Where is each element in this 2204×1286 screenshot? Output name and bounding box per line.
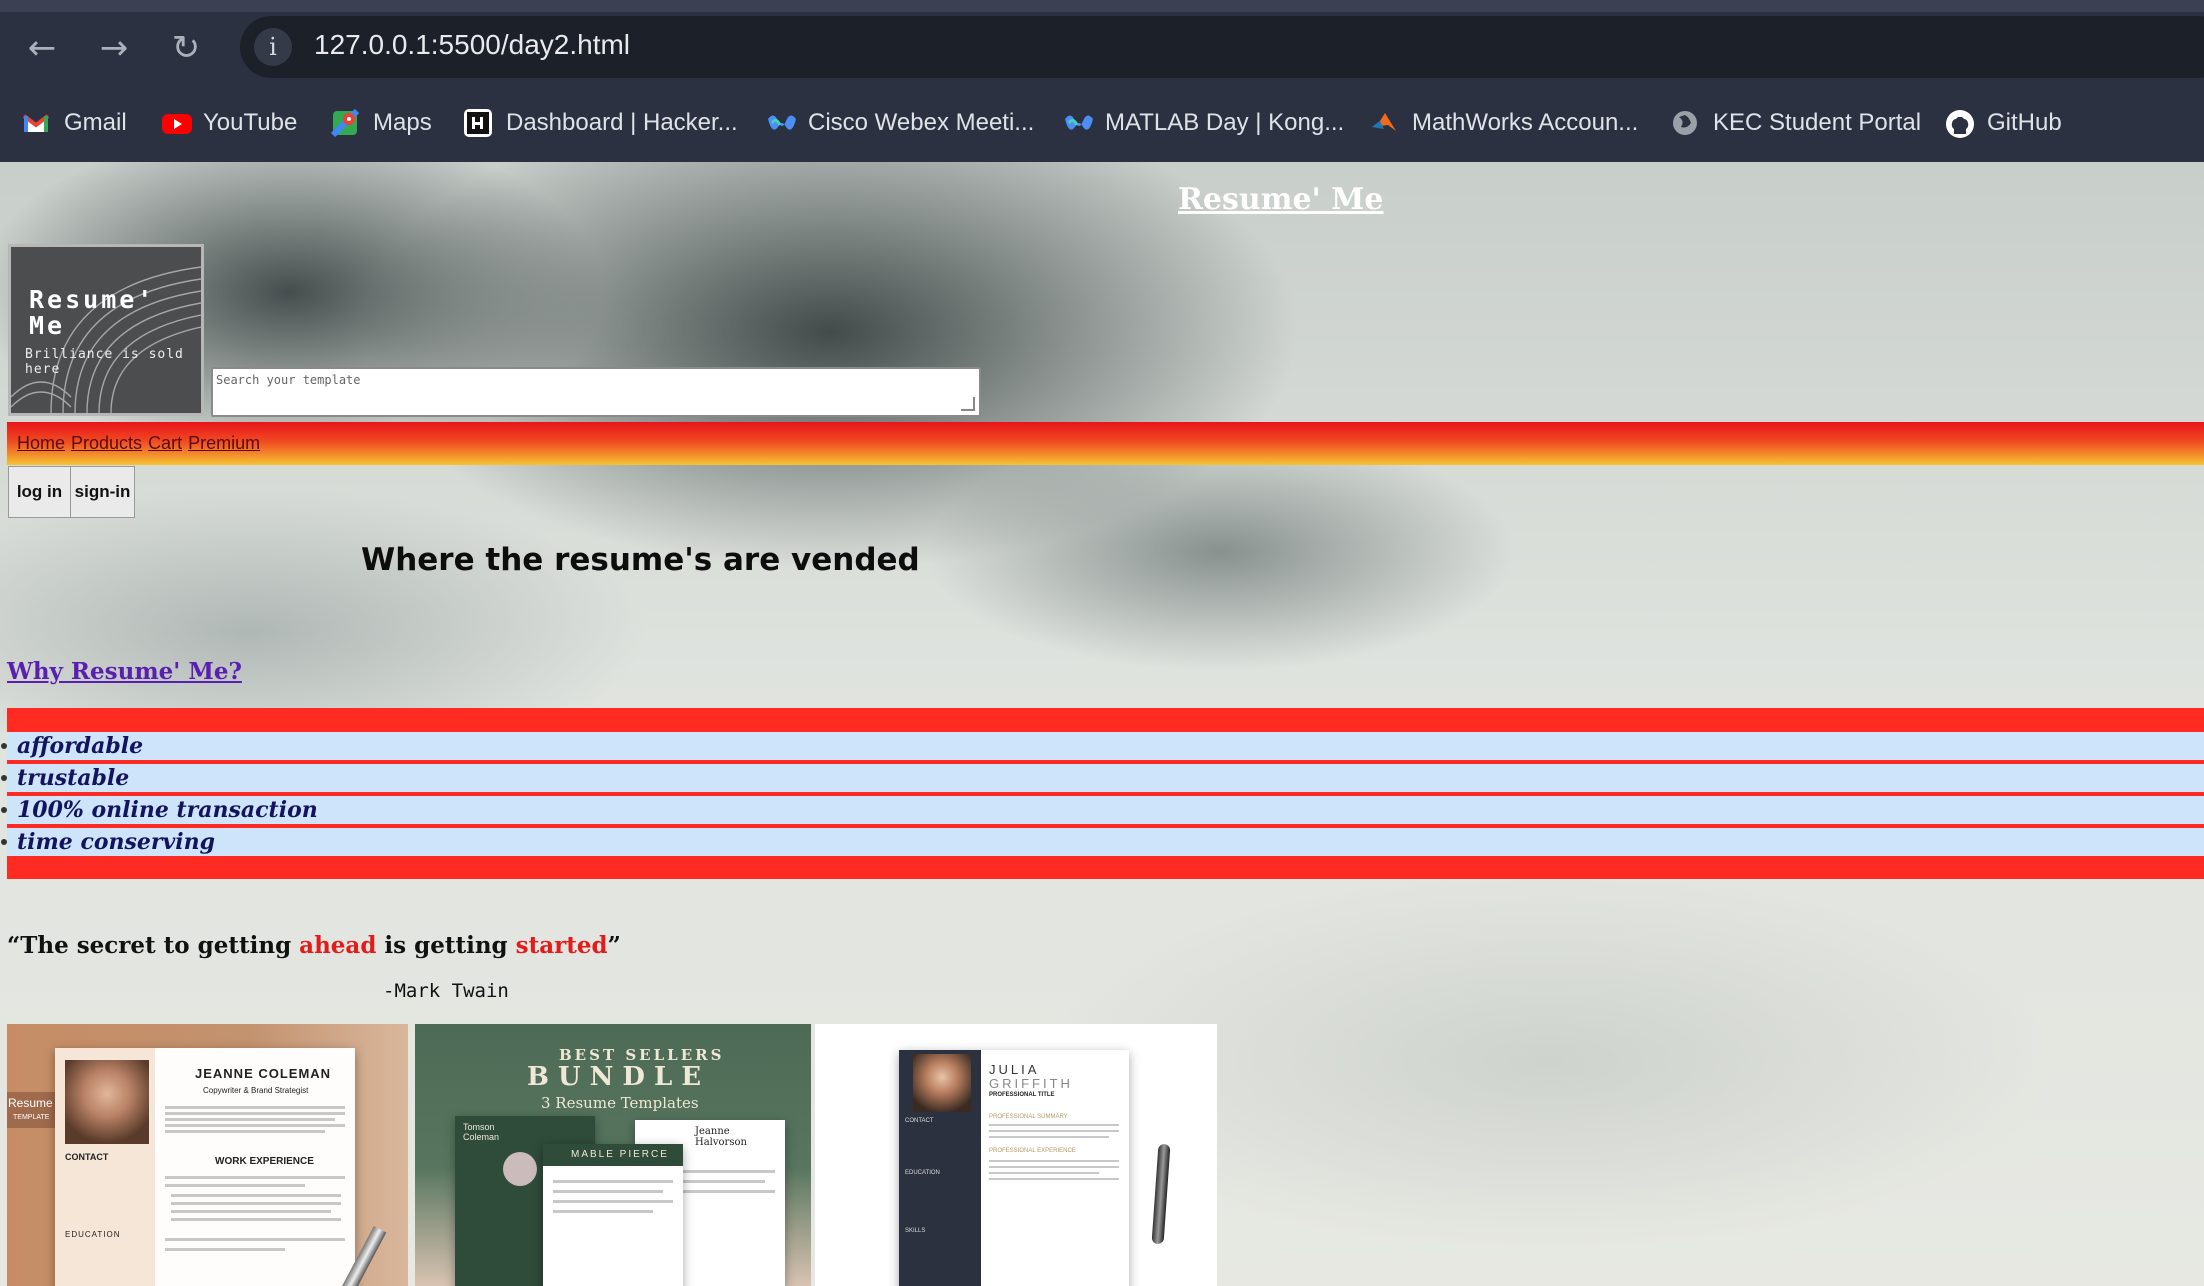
bookmark-gmail[interactable]: Gmail xyxy=(22,104,127,142)
webex-icon xyxy=(766,109,796,137)
browser-toolbar: ← → ↻ i 127.0.0.1:5500/day2.html xyxy=(0,0,2204,84)
logo-text: Resume' Me xyxy=(29,285,156,340)
list-item: 100% online transaction xyxy=(1,796,2204,824)
maps-icon xyxy=(330,108,360,138)
bookmark-kec-portal[interactable]: KEC Student Portal xyxy=(1671,104,1921,142)
signin-button[interactable]: sign-in xyxy=(70,466,135,518)
matlab-icon xyxy=(1370,109,1398,137)
youtube-icon xyxy=(161,109,192,137)
template-image-bundle[interactable]: BEST SELLERS BUNDLE 3 Resume Templates T… xyxy=(415,1024,811,1286)
bookmark-webex[interactable]: Cisco Webex Meeti... xyxy=(766,104,1034,142)
resume-paper: MABLE PIERCE xyxy=(543,1144,683,1286)
template-image-jeanne-coleman[interactable]: Resume TEMPLATE JEANNE COLEMAN Copywrite… xyxy=(7,1024,408,1286)
site-info-icon[interactable]: i xyxy=(254,28,292,66)
quote-text: “The secret to getting ahead is getting … xyxy=(7,932,621,959)
url-text[interactable]: 127.0.0.1:5500/day2.html xyxy=(314,29,630,61)
logo-slogan: Brilliance is sold here xyxy=(25,347,184,377)
site-logo: Resume' Me Brilliance is sold here xyxy=(8,244,204,416)
quote-author: -Mark Twain xyxy=(383,980,509,1002)
globe-icon xyxy=(1671,109,1699,137)
why-link[interactable]: Why Resume' Me? xyxy=(7,658,242,685)
nav-products-link[interactable]: Products xyxy=(71,433,142,453)
nav-home-link[interactable]: Home xyxy=(17,433,65,453)
forward-arrow-icon[interactable]: → xyxy=(92,26,136,70)
hackerrank-icon xyxy=(464,109,492,137)
resume-paper: JULIA GRIFFITH PROFESSIONAL TITLE CONTAC… xyxy=(899,1050,1129,1286)
profile-photo xyxy=(913,1054,971,1112)
tab-strip xyxy=(0,0,2204,12)
address-bar[interactable]: i 127.0.0.1:5500/day2.html xyxy=(240,16,2204,78)
webex-icon xyxy=(1063,109,1093,137)
reload-icon[interactable]: ↻ xyxy=(164,26,208,70)
list-item: time conserving xyxy=(1,828,2204,856)
login-button[interactable]: log in xyxy=(8,466,71,518)
bookmark-github[interactable]: GitHub xyxy=(1945,104,2062,142)
back-arrow-icon[interactable]: ← xyxy=(20,26,64,70)
list-item: affordable xyxy=(1,732,2204,760)
bookmark-hackerrank[interactable]: Dashboard | Hacker... xyxy=(464,104,738,142)
search-placeholder: Search your template xyxy=(216,373,361,387)
nav-premium-link[interactable]: Premium xyxy=(188,433,260,453)
tagline-heading: Where the resume's are vended xyxy=(361,542,920,578)
resize-handle-icon[interactable] xyxy=(961,397,975,411)
template-image-julia-griffith[interactable]: JULIA GRIFFITH PROFESSIONAL TITLE CONTAC… xyxy=(815,1024,1217,1286)
bookmark-maps[interactable]: Maps xyxy=(330,104,432,142)
bookmark-youtube[interactable]: YouTube xyxy=(161,104,297,142)
search-input[interactable]: Search your template xyxy=(211,367,981,417)
page-content: Resume' Me Resume' Me Brilliance is sold … xyxy=(0,162,2204,1286)
github-icon xyxy=(1945,109,1974,138)
main-nav: Home Products Cart Premium xyxy=(7,422,2204,465)
site-title: Resume' Me xyxy=(1178,182,1384,217)
features-list: affordable trustable 100% online transac… xyxy=(1,708,2204,879)
bookmark-mathworks[interactable]: MathWorks Accoun... xyxy=(1370,104,1638,142)
resume-paper: JEANNE COLEMAN Copywriter & Brand Strate… xyxy=(55,1048,355,1286)
pen-image xyxy=(1151,1143,1171,1245)
bookmarks-bar: Gmail YouTube Maps Dashboard | Hacker...… xyxy=(0,84,2204,162)
gmail-icon xyxy=(22,109,50,137)
profile-photo xyxy=(65,1060,149,1144)
bookmark-matlab-day[interactable]: MATLAB Day | Kong... xyxy=(1063,104,1344,142)
nav-cart-link[interactable]: Cart xyxy=(148,433,182,453)
list-item: trustable xyxy=(1,764,2204,792)
